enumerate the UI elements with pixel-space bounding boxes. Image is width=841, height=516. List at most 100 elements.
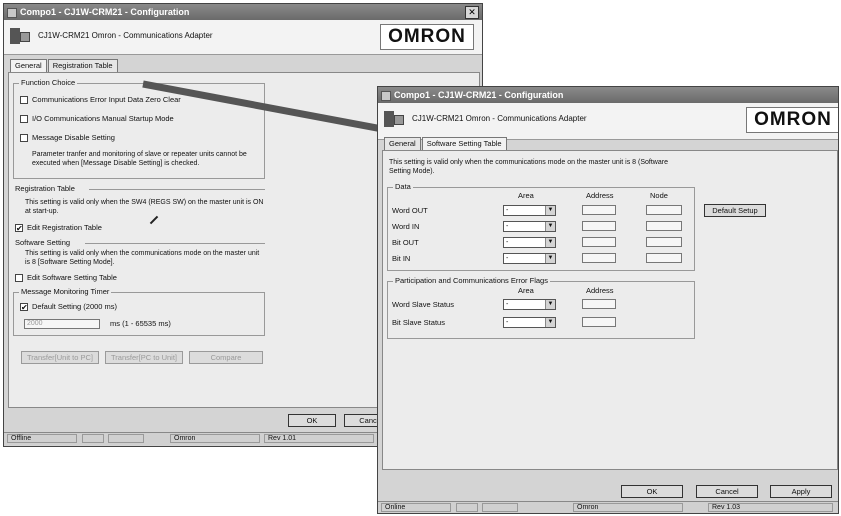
back-unit-text: CJ1W-CRM21 Omron - Communications Adapte… [38,31,213,40]
word-in-node-input[interactable] [646,221,682,231]
flags-address-header: Address [586,286,614,295]
back-unit-header: CJ1W-CRM21 Omron - Communications Adapte… [4,20,482,55]
area-header: Area [518,191,534,200]
transfer-pc-to-unit-button[interactable]: Transfer[PC to Unit] [105,351,183,364]
bit-out-label: Bit OUT [392,238,419,247]
edit-registration-table-label: Edit Registration Table [27,223,102,232]
status-cell [108,434,144,443]
back-tab-bar: General Registration Table [10,59,119,73]
dropdown-arrow-icon: ▼ [545,238,555,247]
tab-general[interactable]: General [384,137,421,150]
edit-software-setting-label: Edit Software Setting Table [27,273,117,282]
front-apply-button[interactable]: Apply [770,485,832,498]
status-cell [456,503,478,512]
timer-value-input[interactable]: 2000 [24,319,100,329]
revision-status: Rev 1.03 [708,503,833,512]
online-status: Online [381,503,451,512]
front-unit-text: CJ1W-CRM21 Omron - Communications Adapte… [412,114,587,123]
dropdown-arrow-icon: ▼ [545,254,555,263]
flags-group-title: Participation and Communications Error F… [393,276,550,285]
front-tab-bar: General Software Setting Table [384,137,508,151]
node-header: Node [650,191,668,200]
dropdown-arrow-icon: ▼ [545,300,555,309]
tab-software-setting-table[interactable]: Software Setting Table [421,137,507,151]
bit-in-node-input[interactable] [646,253,682,263]
app-icon [7,8,17,18]
word-out-address-input[interactable] [582,205,616,215]
message-disable-checkbox[interactable] [20,134,28,142]
divider [89,189,265,190]
omron-logo: OMRON [746,107,838,133]
back-window-title: Compo1 - CJ1W-CRM21 - Configuration [20,7,190,17]
zero-clear-checkbox[interactable] [20,96,28,104]
offline-status: Offline [7,434,77,443]
bit-slave-status-address-input[interactable] [582,317,616,327]
timer-range-label: ms (1 - 65535 ms) [110,319,171,328]
manual-startup-checkbox[interactable] [20,115,28,123]
word-out-label: Word OUT [392,206,428,215]
front-config-window: Compo1 - CJ1W-CRM21 - Configuration CJ1W… [377,86,839,514]
default-timer-checkbox[interactable]: ✔ [20,303,28,312]
message-disable-label: Message Disable Setting [32,133,115,142]
software-setting-table-note: This setting is valid only when the comm… [389,159,668,175]
divider [85,243,265,244]
bit-in-address-input[interactable] [582,253,616,263]
close-icon[interactable]: ✕ [465,6,479,19]
bit-in-label: Bit IN [392,254,411,263]
back-ok-button[interactable]: OK [288,414,336,427]
pencil-icon [149,215,159,225]
edit-software-setting-checkbox[interactable] [15,274,23,282]
data-group-title: Data [393,182,413,191]
bit-slave-status-label: Bit Slave Status [392,318,445,327]
front-cancel-button[interactable]: Cancel [696,485,758,498]
registration-table-title: Registration Table [15,184,75,193]
unit-icon [384,109,404,129]
tab-registration-table[interactable]: Registration Table [47,59,118,72]
status-cell [482,503,518,512]
software-setting-title: Software Setting [15,238,71,247]
bit-out-area-select[interactable]: - ▼ [503,237,556,248]
software-setting-note: This setting is valid only when the comm… [25,250,260,266]
revision-status: Rev 1.01 [264,434,374,443]
word-slave-status-label: Word Slave Status [392,300,454,309]
bit-in-area-select[interactable]: - ▼ [503,253,556,264]
word-out-area-select[interactable]: - ▼ [503,205,556,216]
unit-icon [10,26,30,46]
word-in-area-select[interactable]: - ▼ [503,221,556,232]
front-window-title: Compo1 - CJ1W-CRM21 - Configuration [394,90,564,100]
word-slave-status-area-select[interactable]: - ▼ [503,299,556,310]
vendor-status: Omron [573,503,683,512]
flags-area-header: Area [518,286,534,295]
dropdown-arrow-icon: ▼ [545,206,555,215]
transfer-unit-to-pc-button[interactable]: Transfer[Unit to PC] [21,351,99,364]
software-setting-panel: This setting is valid only when the comm… [382,150,838,470]
compare-button[interactable]: Compare [189,351,263,364]
registration-table-note: This setting is valid only when the SW4 … [25,199,264,215]
dropdown-arrow-icon: ▼ [545,318,555,327]
bit-out-node-input[interactable] [646,237,682,247]
front-ok-button[interactable]: OK [621,485,683,498]
dropdown-arrow-icon: ▼ [545,222,555,231]
edit-registration-table-checkbox[interactable]: ✔ [15,224,23,233]
manual-startup-label: I/O Communications Manual Startup Mode [32,114,174,123]
address-header: Address [586,191,614,200]
bit-slave-status-area-select[interactable]: - ▼ [503,317,556,328]
omron-logo: OMRON [380,24,474,50]
app-icon [381,91,391,101]
data-group: Data Area Address Node Word OUT - ▼ Word … [387,182,695,271]
word-slave-status-address-input[interactable] [582,299,616,309]
status-cell [82,434,104,443]
front-title-bar[interactable]: Compo1 - CJ1W-CRM21 - Configuration [378,87,838,103]
tab-general[interactable]: General [10,59,47,73]
word-in-address-input[interactable] [582,221,616,231]
bit-out-address-input[interactable] [582,237,616,247]
front-unit-header: CJ1W-CRM21 Omron - Communications Adapte… [378,103,838,140]
default-setup-button[interactable]: Default Setup [704,204,766,217]
back-title-bar[interactable]: Compo1 - CJ1W-CRM21 - Configuration ✕ [4,4,482,20]
word-out-node-input[interactable] [646,205,682,215]
word-in-label: Word IN [392,222,420,231]
default-timer-label: Default Setting (2000 ms) [32,302,118,311]
function-choice-note: Parameter tranfer and monitoring of slav… [32,151,247,167]
message-timer-title: Message Monitoring Timer [19,287,112,296]
front-status-bar: Online Omron Rev 1.03 [378,501,838,513]
